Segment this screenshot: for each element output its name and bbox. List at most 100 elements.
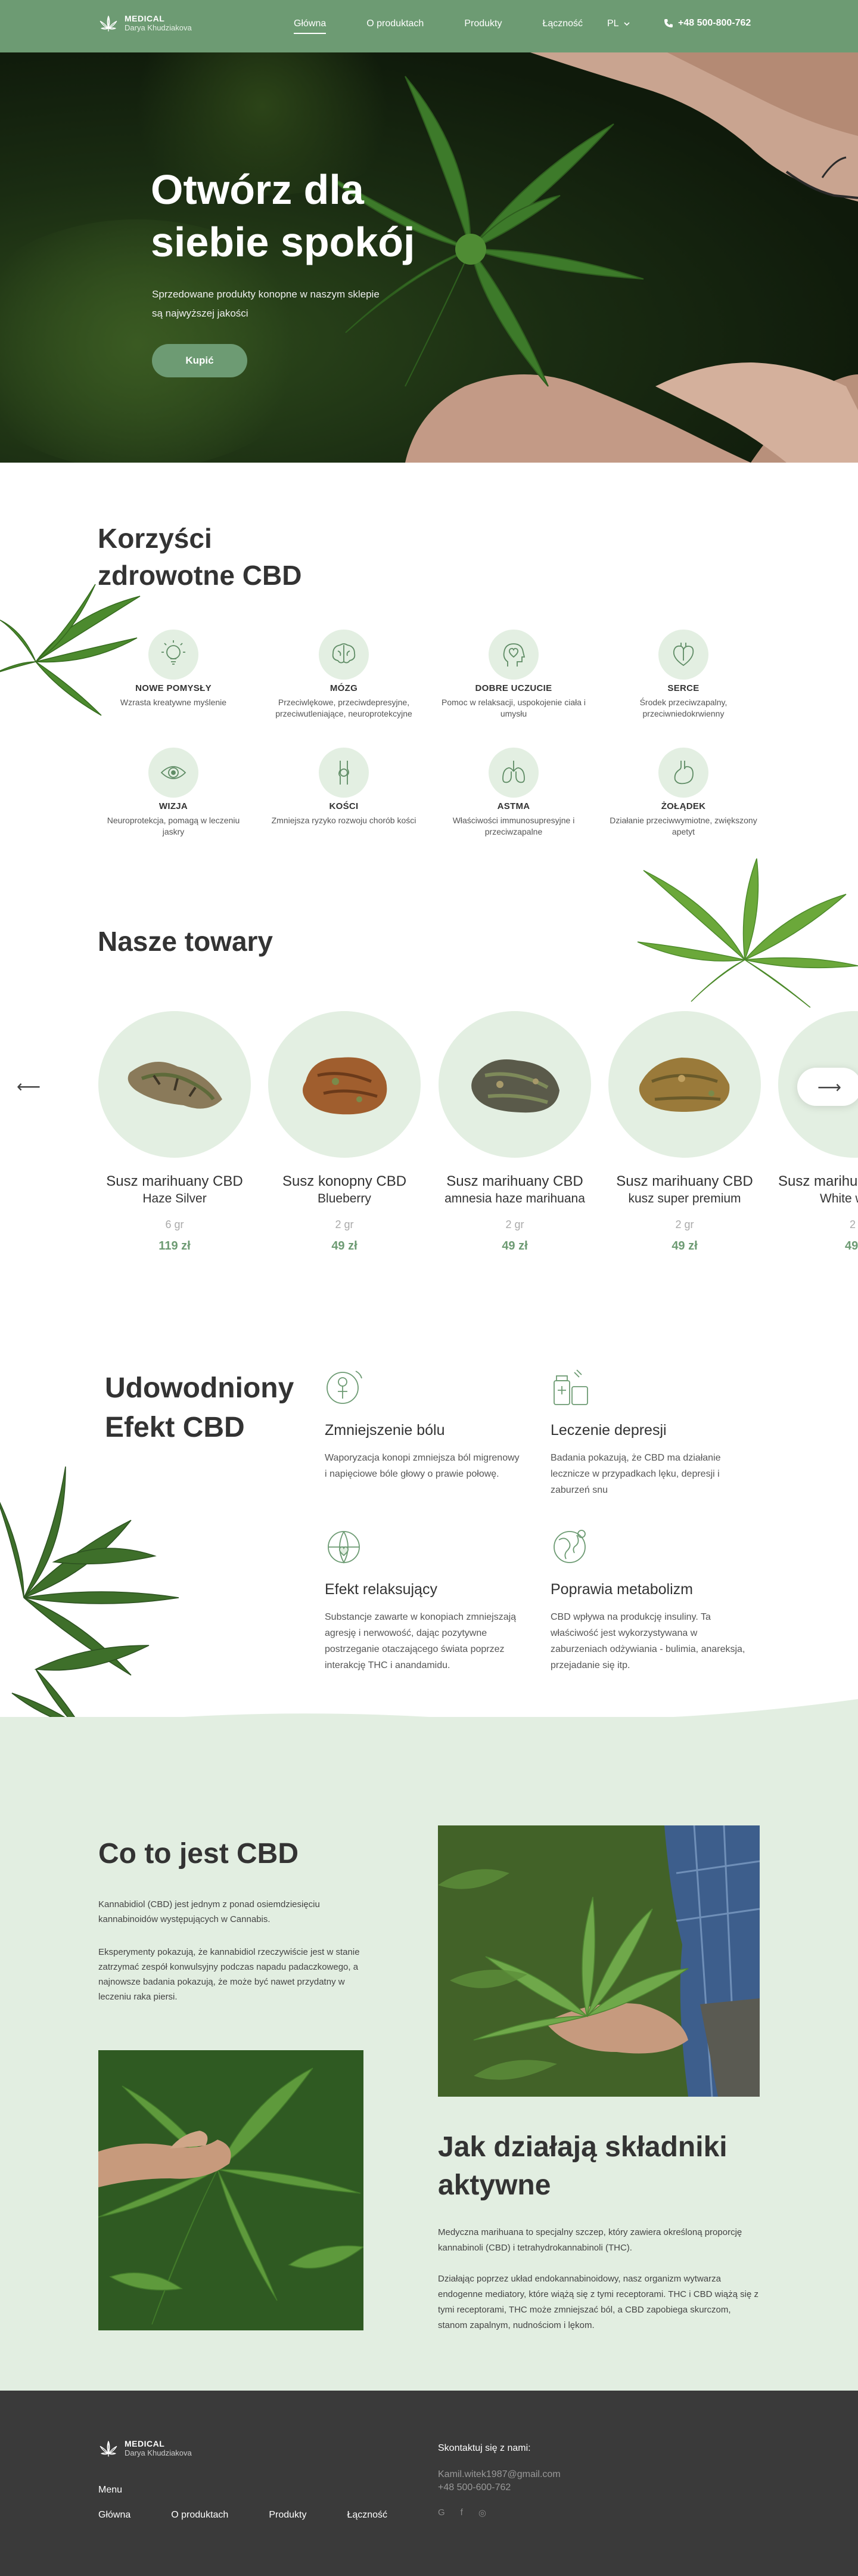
hero-title-line-2: siebie spokój xyxy=(151,219,415,265)
hero-title-line-1: Otwórz dla xyxy=(151,166,364,213)
benefit-desc: Właściwości immunosupresyjne i przeciwza… xyxy=(452,816,575,836)
product-variant: Blueberry xyxy=(318,1192,371,1205)
benefit-desc: Neuroprotekcja, pomagą w leczeniu jaskry xyxy=(107,816,240,836)
footer-logo[interactable]: MEDICAL Darya Khudziakova xyxy=(98,2438,192,2459)
nav-item-contact[interactable]: Łączność xyxy=(542,18,583,34)
nav-item-products[interactable]: Produkty xyxy=(464,18,502,34)
footer-nav-products[interactable]: Produkty xyxy=(269,2510,306,2521)
brain-icon xyxy=(319,630,369,680)
brand-subtitle: Darya Khudziakova xyxy=(125,23,192,32)
product-variant: Haze Silver xyxy=(142,1192,207,1205)
cannabis-leaf-icon xyxy=(100,2441,117,2457)
effect-card: Efekt relaksujący Substancje zawarte w k… xyxy=(325,1528,521,1673)
cbd-paragraph-2: Eksperymenty pokazują, że kannabidiol rz… xyxy=(98,1947,360,2002)
benefit-name: KOŚCI xyxy=(329,801,359,811)
benefit-name: DOBRE UCZUCIE xyxy=(475,683,552,693)
footer-email[interactable]: Kamil.witek1987@gmail.com xyxy=(438,2469,561,2480)
product-card[interactable]: Susz marihuany CBD White widow 2 gr 49 z… xyxy=(778,1011,858,1253)
benefit-card: ŻOŁĄDEK Działanie przeciwwymiotne, zwięk… xyxy=(609,748,758,838)
instagram-icon[interactable]: ◎ xyxy=(478,2507,486,2518)
product-price: 49 zł xyxy=(845,1239,858,1253)
benefit-card: WIZJA Neuroprotekcja, pomagą w leczeniu … xyxy=(99,748,248,838)
benefits-title-line-1: Korzyści xyxy=(98,523,212,554)
brand-logo[interactable]: MEDICAL Darya Khudziakova xyxy=(98,13,192,33)
phone-icon xyxy=(664,19,673,27)
product-name: Susz konopny CBD xyxy=(282,1173,407,1189)
product-name: Susz marihuany CBD xyxy=(616,1173,753,1189)
google-icon[interactable]: G xyxy=(438,2507,445,2518)
arrow-left-icon: ⟵ xyxy=(17,1077,41,1096)
hero-section: Otwórz dla siebie spokój Sprzedowane pro… xyxy=(0,52,858,463)
effect-name: Poprawia metabolizm xyxy=(551,1581,693,1598)
active-ingredients-title: Jak działają składniki aktywne xyxy=(438,2131,728,2201)
language-value: PL xyxy=(607,18,619,29)
products-title: Nasze towary xyxy=(98,926,273,957)
language-select[interactable]: PL xyxy=(607,18,630,29)
eye-icon xyxy=(148,748,198,798)
product-weight: 2 gr xyxy=(505,1219,524,1230)
product-image xyxy=(608,1011,761,1158)
product-price: 49 zł xyxy=(331,1239,358,1253)
header-phone-number: +48 500-800-762 xyxy=(678,18,751,28)
product-card[interactable]: Susz marihuany CBD kusz super premium 2 … xyxy=(608,1011,761,1253)
header-phone[interactable]: +48 500-800-762 xyxy=(664,18,751,29)
effect-desc: CBD wpływa na produkcję insuliny. Ta wła… xyxy=(551,1612,745,1670)
footer-nav-about[interactable]: O produktach xyxy=(171,2510,228,2521)
benefit-name: SERCE xyxy=(667,683,700,693)
footer-nav: Główna O produktach Produkty Łączność xyxy=(98,2510,428,2521)
brand-name: MEDICAL xyxy=(125,14,165,23)
main-nav: Główna O produktach Produkty Łączność xyxy=(294,18,623,34)
carousel-prev-button[interactable]: ⟵ xyxy=(17,1074,41,1098)
product-price: 49 zł xyxy=(502,1239,528,1253)
benefit-desc: Działanie przeciwwymiotne, zwiększony ap… xyxy=(610,816,757,836)
product-weight: 2 gr xyxy=(850,1219,858,1230)
decorative-cannabis-leaf xyxy=(637,858,858,1008)
footer-phone[interactable]: +48 500-600-762 xyxy=(438,2482,511,2493)
site-footer: MEDICAL Darya Khudziakova Menu Główna O … xyxy=(0,2391,858,2576)
benefit-desc: Zmniejsza ryzyko rozwoju chorób kości xyxy=(271,816,416,825)
effect-card: Poprawia metabolizm CBD wpływa na produk… xyxy=(551,1528,747,1673)
benefit-name: MÓZG xyxy=(329,683,358,693)
cannabis-leaf-icon xyxy=(100,16,117,32)
cbd-paragraph-1: Kannabidiol (CBD) jest jednym z ponad os… xyxy=(98,1899,320,1924)
chevron-down-icon xyxy=(624,22,630,26)
product-weight: 6 gr xyxy=(165,1219,184,1230)
nav-item-about[interactable]: O produktach xyxy=(366,18,424,34)
footer-nav-contact[interactable]: Łączność xyxy=(347,2510,387,2521)
product-price: 119 zł xyxy=(158,1239,191,1253)
product-card[interactable]: Susz marihuany CBD amnesia haze marihuan… xyxy=(439,1011,591,1253)
buy-button[interactable]: Kupić xyxy=(152,344,247,377)
head-heart-icon xyxy=(489,630,539,680)
benefit-desc: Wzrasta kreatywne myślenie xyxy=(120,698,227,707)
bone-joint-icon xyxy=(319,748,369,798)
benefit-card: NOWE POMYSŁY Wzrasta kreatywne myślenie xyxy=(99,630,248,708)
product-image xyxy=(268,1011,421,1158)
effects-title: Udowodniony Efekt CBD xyxy=(105,1369,294,1447)
metabolism-icon xyxy=(554,1530,586,1563)
product-image xyxy=(439,1011,591,1158)
facebook-icon[interactable]: f xyxy=(461,2507,463,2518)
benefit-card: KOŚCI Zmniejsza ryzyko rozwoju chorób ko… xyxy=(269,748,418,826)
product-weight: 2 gr xyxy=(675,1219,694,1230)
site-header: MEDICAL Darya Khudziakova Główna O produ… xyxy=(0,0,858,52)
benefit-card: SERCE Środek przeciwzapalny, przeciwnied… xyxy=(609,630,758,720)
globe-heart-icon xyxy=(328,1531,360,1564)
product-card[interactable]: Susz marihuany CBD Haze Silver 6 gr 119 … xyxy=(98,1011,251,1253)
footer-nav-home[interactable]: Główna xyxy=(98,2510,130,2521)
effect-desc: Substancje zawarte w konopiach zmniejsza… xyxy=(325,1612,517,1670)
effects-title-line-2: Efekt CBD xyxy=(105,1412,245,1443)
benefit-desc: Przeciwlękowe, przeciwdepresyjne, przeci… xyxy=(275,698,412,718)
product-card[interactable]: Susz konopny CBD Blueberry 2 gr 49 zł xyxy=(268,1011,421,1253)
photo-hand-touching-plant xyxy=(98,2050,363,2330)
effect-card: Zmniejszenie bólu Waporyzacja konopi zmn… xyxy=(325,1369,521,1482)
carousel-next-button[interactable]: ⟶ xyxy=(797,1068,858,1106)
pain-relief-icon xyxy=(327,1371,362,1404)
effect-desc: Badania pokazują, że CBD ma działanie le… xyxy=(551,1453,721,1495)
benefit-name: ASTMA xyxy=(497,801,530,811)
footer-menu-label: Menu xyxy=(98,2485,123,2495)
photo-farmer-holding-plant xyxy=(438,1825,760,2097)
product-variant: amnesia haze marihuana xyxy=(444,1192,585,1205)
product-weight: 2 gr xyxy=(335,1219,354,1230)
nav-item-home[interactable]: Główna xyxy=(294,18,327,34)
product-name: Susz marihuany CBD xyxy=(778,1173,858,1189)
